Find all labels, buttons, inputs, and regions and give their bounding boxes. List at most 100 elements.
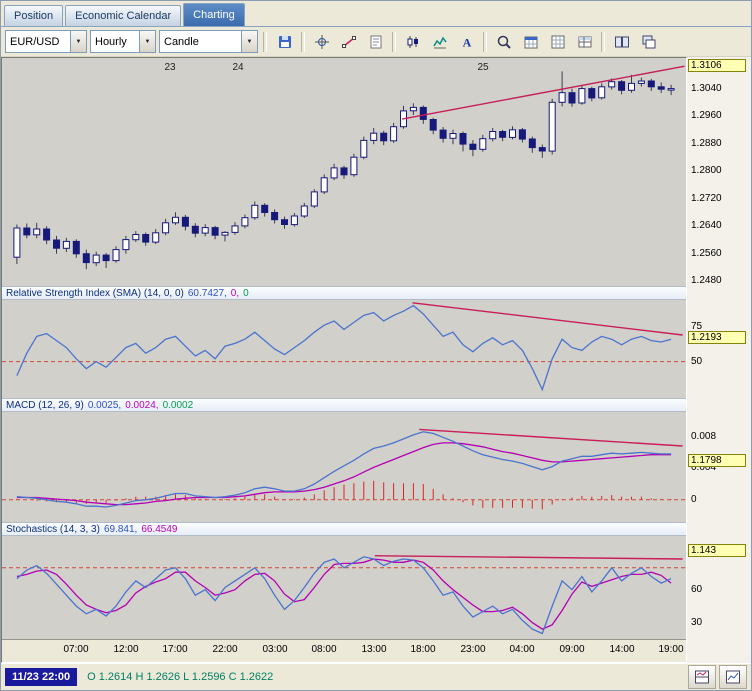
time-axis-label: 13:00 [361, 644, 386, 655]
journal-icon [368, 34, 384, 50]
time-axis-label: 23:00 [460, 644, 485, 655]
chart-column: 23 24 25 Relative Strength Index (SMA) (14… [1, 57, 687, 663]
candle-icon [405, 34, 421, 50]
time-axis-label: 22:00 [212, 644, 237, 655]
date-marker: 23 [164, 62, 176, 73]
time-axis: 07:00 12:00 17:00 22:00 03:00 08:00 13:00 18:00… [2, 639, 686, 662]
toolbar-buttons: A [272, 30, 661, 54]
time-axis-label: 18:00 [410, 644, 435, 655]
app-window: Position Economic Calendar Charting EUR/… [0, 0, 752, 691]
stochastics-title: Stochastics (14, 3, 3) [6, 524, 100, 535]
trendline-tool-button[interactable] [336, 30, 361, 54]
crosshair-icon [314, 34, 330, 50]
main-price-chart[interactable]: 23 24 25 [2, 58, 686, 286]
expand-icon [725, 669, 741, 685]
style-select[interactable]: Candle ▼ [159, 30, 258, 53]
tab-position[interactable]: Position [4, 5, 63, 26]
symbol-value: EUR/USD [6, 36, 70, 48]
rsi-value-1: 60.7427, [188, 288, 227, 299]
time-axis-label: 17:00 [162, 644, 187, 655]
chevron-down-icon[interactable]: ▼ [241, 31, 257, 52]
date-marker: 25 [477, 62, 489, 73]
rsi-title: Relative Strength Index (SMA) (14, 0, 0) [6, 288, 184, 299]
zoom-icon [496, 34, 512, 50]
price-axis: 1.30401.29601.28801.28001.27201.26401.25… [687, 57, 751, 663]
data-table-button[interactable] [572, 30, 597, 54]
toolbar-separator [301, 32, 305, 52]
macd-title: MACD (12, 26, 9) [6, 400, 84, 411]
price-axis-label: 1.2800 [691, 165, 722, 176]
tile-windows-button[interactable] [609, 30, 634, 54]
toolbar-separator [601, 32, 605, 52]
period-select[interactable]: Hourly ▼ [90, 30, 156, 53]
crosshair-tool-button[interactable] [309, 30, 334, 54]
chart-region: 23 24 25 Relative Strength Index (SMA) (14… [1, 57, 751, 663]
text-icon: A [459, 34, 475, 50]
table-icon [577, 34, 593, 50]
stochastics-value-2: 66.4549 [141, 524, 177, 535]
trendline-icon [341, 34, 357, 50]
stochastics-header: Stochastics (14, 3, 3) 69.841, 66.4549 [2, 522, 686, 536]
macd-value-3: 0.0002 [163, 400, 194, 411]
grid-icon [550, 34, 566, 50]
journal-button[interactable] [363, 30, 388, 54]
price-axis-label: 0 [691, 494, 697, 505]
zoom-button[interactable] [491, 30, 516, 54]
time-axis-label: 07:00 [63, 644, 88, 655]
chart-layout-button[interactable] [719, 665, 747, 689]
svg-text:A: A [462, 35, 471, 49]
chart-panes-button[interactable] [688, 665, 716, 689]
status-bar: 11/23 22:00 O 1.2614 H 1.2626 L 1.2596 C… [1, 663, 751, 690]
price-axis-label: 1.3040 [691, 83, 722, 94]
panes-icon [694, 669, 710, 685]
price-axis-label: 1.2560 [691, 248, 722, 259]
axis-highlight-value: 1.3106 [688, 59, 746, 72]
tile-icon [614, 34, 630, 50]
macd-chart[interactable] [2, 412, 686, 522]
price-axis-label: 1.2880 [691, 138, 722, 149]
axis-highlight-value: 1.143 [688, 544, 746, 557]
macd-header: MACD (12, 26, 9) 0.0025, 0.0024, 0.0002 [2, 398, 686, 412]
tab-economic-calendar[interactable]: Economic Calendar [65, 5, 181, 26]
rsi-chart[interactable] [2, 300, 686, 398]
timestamp-cell: 11/23 22:00 [5, 668, 77, 686]
chart-toolbar: EUR/USD ▼ Hourly ▼ Candle ▼ A [1, 27, 751, 57]
time-axis-label: 19:00 [658, 644, 683, 655]
cascade-icon [641, 34, 657, 50]
study-button[interactable] [427, 30, 452, 54]
chevron-down-icon[interactable]: ▼ [139, 31, 155, 52]
time-axis-label: 03:00 [262, 644, 287, 655]
grid-button[interactable] [545, 30, 570, 54]
price-axis-label: 1.2480 [691, 275, 722, 286]
chevron-down-icon[interactable]: ▼ [70, 31, 86, 52]
floppy-icon [277, 34, 293, 50]
price-axis-label: 60 [691, 584, 702, 595]
period-value: Hourly [91, 36, 139, 48]
rsi-value-2: 0, [231, 288, 239, 299]
time-axis-label: 08:00 [311, 644, 336, 655]
tab-charting[interactable]: Charting [183, 3, 245, 26]
rsi-value-3: 0 [243, 288, 249, 299]
save-chart-button[interactable] [272, 30, 297, 54]
macd-value-1: 0.0025, [88, 400, 121, 411]
statusbar-buttons [685, 665, 747, 689]
symbol-select[interactable]: EUR/USD ▼ [5, 30, 87, 53]
chart-style-button[interactable] [400, 30, 425, 54]
study-icon [432, 34, 448, 50]
date-marker: 24 [232, 62, 244, 73]
text-annotation-button[interactable]: A [454, 30, 479, 54]
time-axis-label: 12:00 [113, 644, 138, 655]
calendar-icon [523, 34, 539, 50]
toolbar-separator [263, 32, 267, 52]
stochastics-value-1: 69.841, [104, 524, 137, 535]
price-axis-label: 1.2960 [691, 110, 722, 121]
stochastics-chart[interactable] [2, 536, 686, 639]
axis-highlight-value: 1.1798 [688, 454, 746, 467]
time-axis-label: 04:00 [509, 644, 534, 655]
cascade-windows-button[interactable] [636, 30, 661, 54]
axis-highlight-value: 1.2193 [688, 331, 746, 344]
time-axis-label: 09:00 [559, 644, 584, 655]
toolbar-separator [483, 32, 487, 52]
periodicity-button[interactable] [518, 30, 543, 54]
price-axis-label: 0.008 [691, 431, 716, 442]
